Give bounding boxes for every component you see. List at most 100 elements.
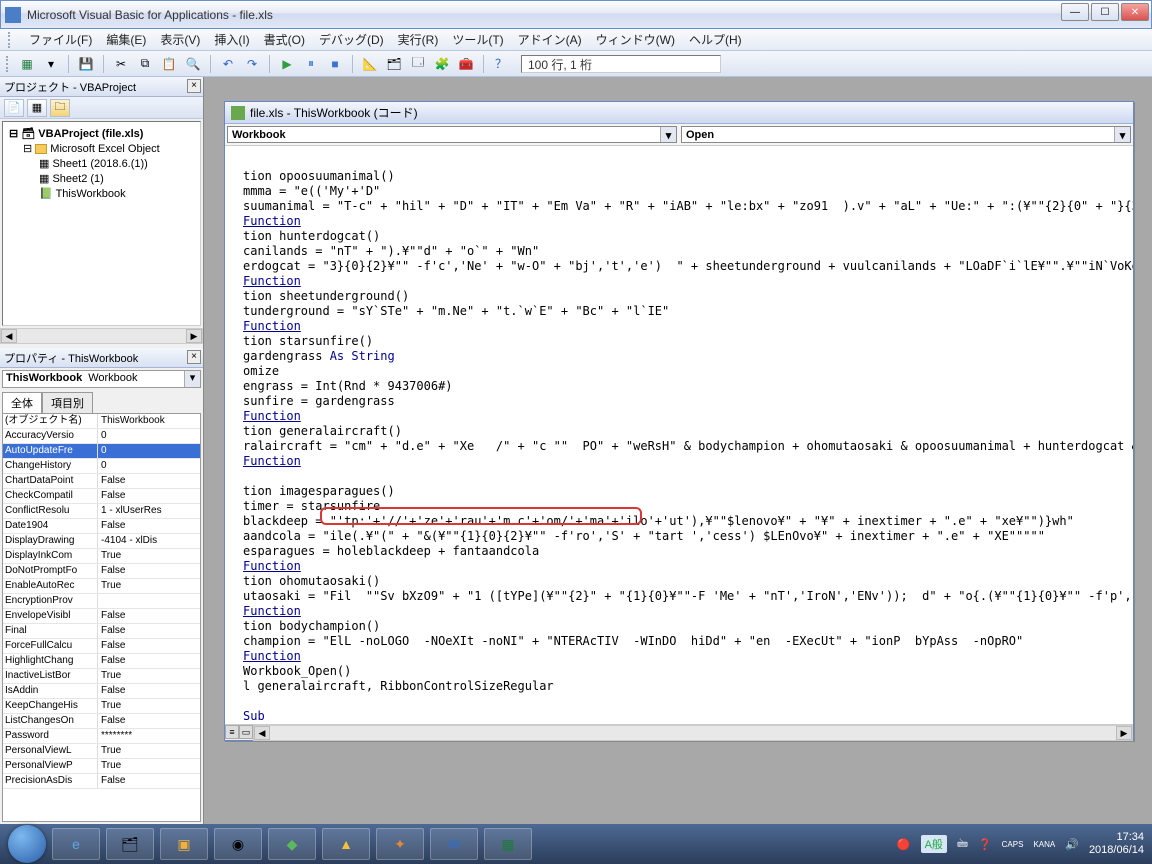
property-row[interactable]: PersonalViewLTrue xyxy=(3,744,200,759)
tab-alphabetic[interactable]: 全体 xyxy=(2,392,42,413)
break-icon[interactable]: ⏸ xyxy=(301,54,321,74)
property-row[interactable]: DisplayDrawing-4104 - xlDis xyxy=(3,534,200,549)
view-code-icon[interactable]: 📄 xyxy=(4,99,24,117)
project-tree[interactable]: ⊟ 🗃 VBAProject (file.xls) ⊟ Microsoft Ex… xyxy=(2,121,201,326)
full-module-view-icon[interactable]: ≡ xyxy=(225,725,239,739)
find-icon[interactable]: 🔍 xyxy=(183,54,203,74)
taskbar-app2-icon[interactable]: ◆ xyxy=(268,828,316,860)
menu-file[interactable]: ファイル(F) xyxy=(29,31,92,48)
menu-window[interactable]: ウィンドウ(W) xyxy=(596,31,675,48)
copy-icon[interactable]: ⧉ xyxy=(135,54,155,74)
grip-icon xyxy=(8,32,12,48)
project-pane-close-icon[interactable]: × xyxy=(187,79,201,93)
reset-icon[interactable]: ■ xyxy=(325,54,345,74)
property-row[interactable]: Date1904False xyxy=(3,519,200,534)
project-icon[interactable]: 🗂 xyxy=(384,54,404,74)
ime-indicator[interactable]: A般 xyxy=(921,835,947,853)
close-button[interactable]: ✕ xyxy=(1121,3,1149,21)
redo-icon[interactable]: ↷ xyxy=(242,54,262,74)
object-combo[interactable]: Workbook▾ xyxy=(227,126,677,143)
properties-pane-header: プロパティ - ThisWorkbook × xyxy=(0,348,203,368)
code-combo-row: Workbook▾ Open▾ xyxy=(225,124,1133,146)
run-icon[interactable]: ▶ xyxy=(277,54,297,74)
design-icon[interactable]: 📐 xyxy=(360,54,380,74)
property-row[interactable]: IsAddinFalse xyxy=(3,684,200,699)
taskbar-app4-icon[interactable]: ✦ xyxy=(376,828,424,860)
dropdown-icon[interactable]: ▾ xyxy=(41,54,61,74)
save-icon[interactable]: 💾 xyxy=(76,54,96,74)
property-row[interactable]: HighlightChangFalse xyxy=(3,654,200,669)
highlight-annotation xyxy=(320,507,642,525)
minimize-button[interactable]: — xyxy=(1061,3,1089,21)
menu-debug[interactable]: デバッグ(D) xyxy=(319,31,384,48)
cut-icon[interactable]: ✂ xyxy=(111,54,131,74)
code-editor[interactable]: tion opoosuumanimal() mmma = "e(('My'+'D… xyxy=(225,146,1133,724)
taskbar-ie-icon[interactable]: e xyxy=(52,828,100,860)
tray-clock[interactable]: 17:34 2018/06/14 xyxy=(1089,831,1144,857)
properties-list[interactable]: (オブジェクト名)ThisWorkbookAccuracyVersio0Auto… xyxy=(2,413,201,822)
tray-shield-icon[interactable]: 🔴 xyxy=(897,838,911,851)
property-row[interactable]: PrecisionAsDisFalse xyxy=(3,774,200,789)
menu-addins[interactable]: アドイン(A) xyxy=(518,31,582,48)
menu-help[interactable]: ヘルプ(H) xyxy=(689,31,742,48)
code-window: file.xls - ThisWorkbook (コード) Workbook▾ … xyxy=(224,101,1134,741)
procedure-combo[interactable]: Open▾ xyxy=(681,126,1131,143)
property-row[interactable]: DisplayInkComTrue xyxy=(3,549,200,564)
taskbar-explorer-icon[interactable]: 🗂 xyxy=(106,828,154,860)
menu-view[interactable]: 表示(V) xyxy=(160,31,200,48)
properties-icon[interactable]: 🗔 xyxy=(408,54,428,74)
property-row[interactable]: ConflictResolu1 - xlUserRes xyxy=(3,504,200,519)
menu-insert[interactable]: 挿入(I) xyxy=(214,31,249,48)
property-row[interactable]: ListChangesOnFalse xyxy=(3,714,200,729)
code-window-titlebar[interactable]: file.xls - ThisWorkbook (コード) xyxy=(225,102,1133,124)
toolbox-icon[interactable]: 🧰 xyxy=(456,54,476,74)
object-icon[interactable]: 🧩 xyxy=(432,54,452,74)
excel-icon[interactable]: ▦ xyxy=(17,54,37,74)
view-object-icon[interactable]: ▦ xyxy=(27,99,47,117)
taskbar-app3-icon[interactable]: ▲ xyxy=(322,828,370,860)
code-hscroll[interactable]: ◀▶ xyxy=(253,725,1133,741)
property-row[interactable]: ChartDataPointFalse xyxy=(3,474,200,489)
tray-icon[interactable]: ❓ xyxy=(978,838,992,851)
procedure-view-icon[interactable]: ▭ xyxy=(239,725,253,739)
tray-kana-icon[interactable]: KANA xyxy=(1033,840,1055,849)
menubar: ファイル(F) 編集(E) 表示(V) 挿入(I) 書式(O) デバッグ(D) … xyxy=(0,29,1152,51)
folder-icon[interactable]: 🗀 xyxy=(50,99,70,117)
taskbar-app-icon[interactable]: ▣ xyxy=(160,828,208,860)
property-row[interactable]: KeepChangeHisTrue xyxy=(3,699,200,714)
property-row[interactable]: CheckCompatilFalse xyxy=(3,489,200,504)
start-button[interactable] xyxy=(8,825,46,863)
menu-format[interactable]: 書式(O) xyxy=(264,31,305,48)
property-row[interactable]: ChangeHistory0 xyxy=(3,459,200,474)
property-row[interactable]: AutoUpdateFre0 xyxy=(3,444,200,459)
properties-object-combo[interactable]: ThisWorkbookWorkbook ▾ xyxy=(2,370,201,388)
menu-edit[interactable]: 編集(E) xyxy=(106,31,146,48)
property-row[interactable]: InactiveListBorTrue xyxy=(3,669,200,684)
taskbar-excel-icon[interactable]: ▦ xyxy=(484,828,532,860)
tray-volume-icon[interactable]: 🔊 xyxy=(1065,838,1079,851)
undo-icon[interactable]: ↶ xyxy=(218,54,238,74)
maximize-button[interactable]: ☐ xyxy=(1091,3,1119,21)
menu-run[interactable]: 実行(R) xyxy=(398,31,439,48)
tray-caps-icon[interactable]: CAPS xyxy=(1002,840,1024,849)
paste-icon[interactable]: 📋 xyxy=(159,54,179,74)
tray-icon[interactable]: 🖮 xyxy=(957,835,968,854)
property-row[interactable]: PersonalViewPTrue xyxy=(3,759,200,774)
tab-categorized[interactable]: 項目別 xyxy=(42,392,93,413)
property-row[interactable]: ForceFullCalcuFalse xyxy=(3,639,200,654)
property-row[interactable]: Password******** xyxy=(3,729,200,744)
property-row[interactable]: EnvelopeVisiblFalse xyxy=(3,609,200,624)
property-row[interactable]: AccuracyVersio0 xyxy=(3,429,200,444)
project-hscroll[interactable]: ◀▶ xyxy=(0,328,203,344)
help-icon[interactable]: ？ xyxy=(491,54,511,74)
menu-tools[interactable]: ツール(T) xyxy=(452,31,503,48)
taskbar-outlook-icon[interactable]: ✉ xyxy=(430,828,478,860)
property-row[interactable]: FinalFalse xyxy=(3,624,200,639)
property-row[interactable]: EnableAutoRecTrue xyxy=(3,579,200,594)
chevron-down-icon[interactable]: ▾ xyxy=(184,371,200,387)
property-row[interactable]: DoNotPromptFoFalse xyxy=(3,564,200,579)
property-row[interactable]: EncryptionProv xyxy=(3,594,200,609)
taskbar-chrome-icon[interactable]: ◉ xyxy=(214,828,262,860)
properties-pane-close-icon[interactable]: × xyxy=(187,350,201,364)
property-row[interactable]: (オブジェクト名)ThisWorkbook xyxy=(3,414,200,429)
